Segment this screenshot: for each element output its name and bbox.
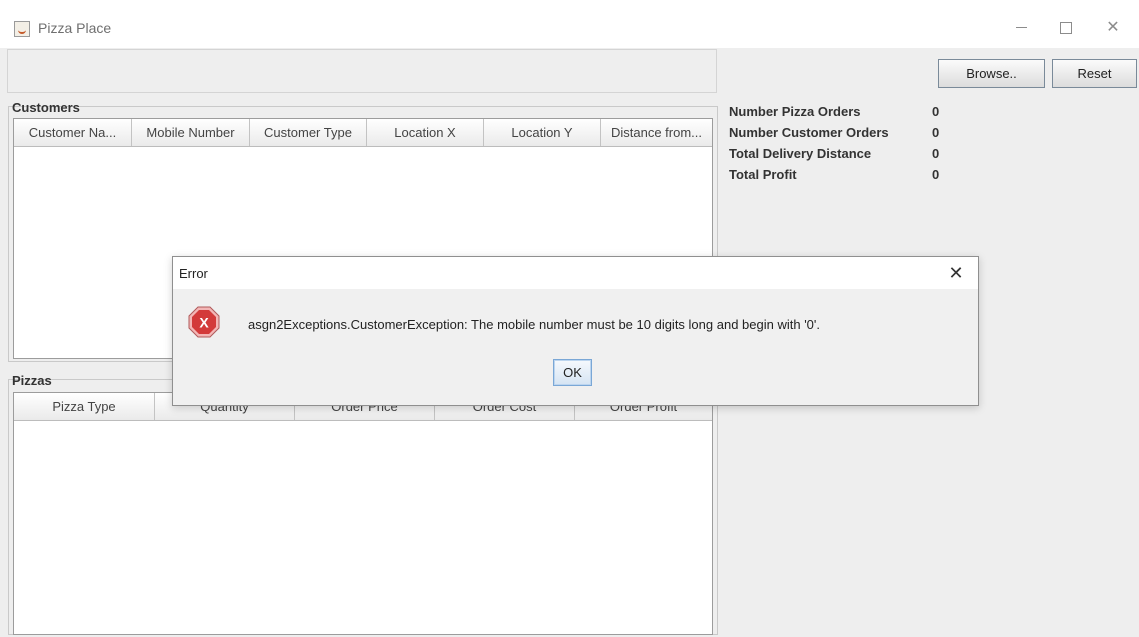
pizzas-label: Pizzas	[12, 373, 52, 388]
maximize-button[interactable]	[1043, 14, 1089, 42]
column-header-pizza-type[interactable]: Pizza Type	[14, 393, 155, 420]
ok-button[interactable]: OK	[553, 359, 592, 386]
window-title: Pizza Place	[38, 20, 112, 36]
stat-label: Number Pizza Orders	[729, 104, 861, 119]
error-icon: X	[188, 306, 220, 338]
error-icon-glyph: X	[199, 315, 209, 331]
close-icon: ✕	[948, 263, 964, 283]
close-window-button[interactable]: ✕	[1090, 14, 1136, 42]
column-header-mobile-number[interactable]: Mobile Number	[132, 119, 250, 146]
error-dialog: Error ✕ X asgn2Exceptions.CustomerExcept…	[172, 256, 979, 406]
window-titlebar: Pizza Place ✕	[0, 0, 1139, 48]
error-message: asgn2Exceptions.CustomerException: The m…	[248, 317, 820, 332]
stat-value: 0	[932, 125, 940, 140]
dialog-title: Error	[179, 266, 208, 281]
maximize-icon	[1060, 21, 1072, 34]
minimize-icon	[1015, 27, 1027, 29]
customers-table-header: Customer Na... Mobile Number Customer Ty…	[14, 119, 712, 147]
stat-label: Number Customer Orders	[729, 125, 889, 140]
customers-label: Customers	[12, 100, 80, 115]
java-cup-icon	[14, 21, 30, 37]
stat-label: Total Profit	[729, 167, 797, 182]
pizzas-table[interactable]: Pizza Type Quantity Order Price Order Co…	[13, 392, 713, 635]
dialog-close-button[interactable]: ✕	[944, 261, 968, 285]
dialog-titlebar: Error ✕	[173, 257, 978, 289]
stat-label: Total Delivery Distance	[729, 146, 872, 161]
column-header-location-x[interactable]: Location X	[367, 119, 484, 146]
browse-button[interactable]: Browse..	[938, 59, 1045, 88]
minimize-button[interactable]	[998, 14, 1044, 42]
column-header-distance[interactable]: Distance from...	[601, 119, 712, 146]
stat-value: 0	[932, 146, 940, 161]
close-icon: ✕	[1106, 19, 1120, 36]
stat-value: 0	[932, 167, 940, 182]
column-header-customer-name[interactable]: Customer Na...	[14, 119, 132, 146]
column-header-customer-type[interactable]: Customer Type	[250, 119, 367, 146]
toolbar-panel	[7, 49, 717, 93]
stat-value: 0	[932, 104, 940, 119]
reset-button[interactable]: Reset	[1052, 59, 1137, 88]
column-header-location-y[interactable]: Location Y	[484, 119, 601, 146]
